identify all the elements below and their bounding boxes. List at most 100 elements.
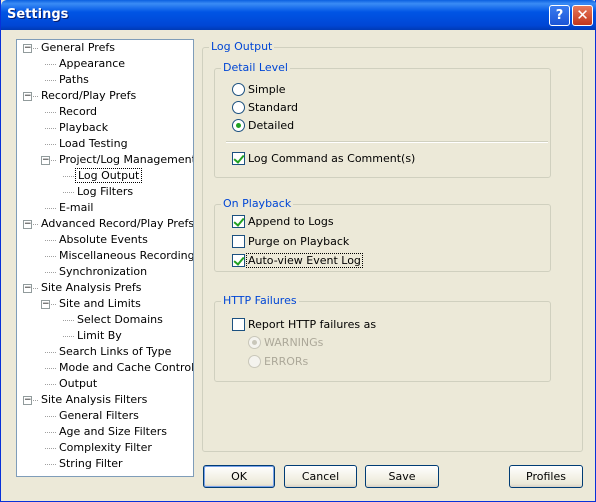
tree-connector xyxy=(63,320,74,321)
tree-connector xyxy=(45,64,56,65)
tree-item[interactable]: Search Links of Type xyxy=(57,344,173,360)
tree-connector xyxy=(45,128,56,129)
tree-item[interactable]: General Filters xyxy=(57,408,141,424)
tree-item-label: Mode and Cache Control xyxy=(59,361,194,374)
window-title: Settings xyxy=(7,7,69,22)
tree-item-label: Site Analysis Prefs xyxy=(41,281,142,294)
tree-connector xyxy=(45,464,56,465)
profiles-button[interactable]: Profiles xyxy=(509,465,583,488)
tree-connector xyxy=(45,416,56,417)
tree-item[interactable]: Limit By xyxy=(75,328,124,344)
tree-item[interactable]: Appearance xyxy=(57,56,127,72)
tree-item[interactable]: Select Domains xyxy=(75,312,165,328)
tree-connector xyxy=(45,208,56,209)
title-bar[interactable]: Settings ? ✕ xyxy=(1,0,596,30)
http-failures-title: HTTP Failures xyxy=(221,294,299,307)
tree-item-label: Complexity Filter xyxy=(59,441,152,454)
tree-connector xyxy=(63,336,74,337)
tree-item[interactable]: Site Analysis Filters xyxy=(39,392,149,408)
simple-label[interactable]: Simple xyxy=(248,83,286,96)
tree-item-label: General Filters xyxy=(59,409,139,422)
close-button[interactable]: ✕ xyxy=(572,5,593,26)
standard-radio[interactable] xyxy=(232,101,245,114)
tree-connector xyxy=(45,240,56,241)
report-http-label[interactable]: Report HTTP failures as xyxy=(248,318,376,331)
purge-playback-label[interactable]: Purge on Playback xyxy=(248,235,349,248)
tree-item[interactable]: Age and Size Filters xyxy=(57,424,169,440)
tree-item[interactable]: Complexity Filter xyxy=(57,440,154,456)
tree-item[interactable]: Site Analysis Prefs xyxy=(39,280,144,296)
save-button[interactable]: Save xyxy=(365,465,439,488)
tree-item[interactable]: Record xyxy=(57,104,99,120)
auto-view-label[interactable]: Auto-view Event Log xyxy=(246,253,363,268)
tree-item[interactable]: Paths xyxy=(57,72,91,88)
detail-separator xyxy=(226,141,548,143)
tree-item-label: Log Filters xyxy=(77,185,134,198)
detailed-radio[interactable] xyxy=(232,119,245,132)
tree-connector xyxy=(63,192,74,193)
tree-connector xyxy=(45,448,56,449)
auto-view-checkbox[interactable] xyxy=(232,254,245,267)
log-command-checkbox[interactable] xyxy=(232,152,245,165)
tree-item-label: Advanced Record/Play Prefs xyxy=(41,217,194,230)
standard-label[interactable]: Standard xyxy=(248,101,298,114)
collapse-toggle-icon[interactable]: − xyxy=(23,220,32,229)
tree-item-label: Absolute Events xyxy=(59,233,148,246)
tree-item[interactable]: Playback xyxy=(57,120,110,136)
tree-connector xyxy=(45,272,56,273)
tree-item[interactable]: Log Filters xyxy=(75,184,135,200)
tree-connector xyxy=(45,144,56,145)
tree-item-label: Playback xyxy=(59,121,109,134)
settings-tree[interactable]: General Prefs − Appearance Paths Record/Play… xyxy=(16,39,194,477)
collapse-toggle-icon[interactable]: − xyxy=(41,156,50,165)
on-playback-title: On Playback xyxy=(221,197,294,210)
tree-connector xyxy=(45,80,56,81)
errors-label[interactable]: ERRORs xyxy=(264,355,308,368)
tree-item-label: Project/Log Management xyxy=(59,153,194,166)
tree-item[interactable]: E-mail xyxy=(57,200,96,216)
collapse-toggle-icon[interactable]: − xyxy=(23,92,32,101)
tree-item-label: Record/Play Prefs xyxy=(41,89,137,102)
tree-item-label: Age and Size Filters xyxy=(59,425,168,438)
tree-item[interactable]: Miscellaneous Recording xyxy=(57,248,194,264)
tree-item[interactable]: Record/Play Prefs xyxy=(39,88,138,104)
tree-item[interactable]: Synchronization xyxy=(57,264,149,280)
collapse-toggle-icon[interactable]: − xyxy=(23,396,32,405)
tree-item-label: Miscellaneous Recording xyxy=(59,249,194,262)
cancel-button[interactable]: Cancel xyxy=(284,465,357,488)
tree-connector xyxy=(45,256,56,257)
errors-radio[interactable] xyxy=(248,355,261,368)
auto-view-label-wrap[interactable]: Auto-view Event Log xyxy=(246,253,363,268)
tree-item[interactable]: Output xyxy=(57,376,99,392)
tree-item-label: Record xyxy=(59,105,98,118)
tree-item[interactable]: Project/Log Management xyxy=(57,152,194,168)
collapse-toggle-icon[interactable]: − xyxy=(23,44,32,53)
purge-playback-checkbox[interactable] xyxy=(232,235,245,248)
tree-item[interactable]: Mode and Cache Control xyxy=(57,360,194,376)
warnings-label[interactable]: WARNINGs xyxy=(264,336,323,349)
tree-connector xyxy=(45,432,56,433)
tree-item-label: Site and Limits xyxy=(59,297,141,310)
tree-item[interactable]: Load Testing xyxy=(57,136,130,152)
tree-item[interactable]: General Prefs xyxy=(39,40,117,56)
tree-item[interactable]: Site and Limits xyxy=(57,296,143,312)
tree-item-label: Log Output xyxy=(75,168,143,183)
simple-radio[interactable] xyxy=(232,83,245,96)
tree-item[interactable]: String Filter xyxy=(57,456,125,472)
log-command-label[interactable]: Log Command as Comment(s) xyxy=(248,152,415,165)
tree-item-label: Limit By xyxy=(77,329,122,342)
tree-item[interactable]: Absolute Events xyxy=(57,232,150,248)
tree-item[interactable]: Log Output xyxy=(75,168,143,184)
append-logs-checkbox[interactable] xyxy=(232,215,245,228)
report-http-checkbox[interactable] xyxy=(232,318,245,331)
ok-button[interactable]: OK xyxy=(203,465,275,488)
append-logs-label[interactable]: Append to Logs xyxy=(248,215,334,228)
tree-item[interactable]: Advanced Record/Play Prefs xyxy=(39,216,194,232)
help-button[interactable]: ? xyxy=(549,5,570,26)
tree-connector xyxy=(63,176,74,177)
collapse-toggle-icon[interactable]: − xyxy=(41,300,50,309)
warnings-radio[interactable] xyxy=(248,336,261,349)
collapse-toggle-icon[interactable]: − xyxy=(23,284,32,293)
detailed-label[interactable]: Detailed xyxy=(248,119,294,132)
tree-item-label: Output xyxy=(59,377,98,390)
